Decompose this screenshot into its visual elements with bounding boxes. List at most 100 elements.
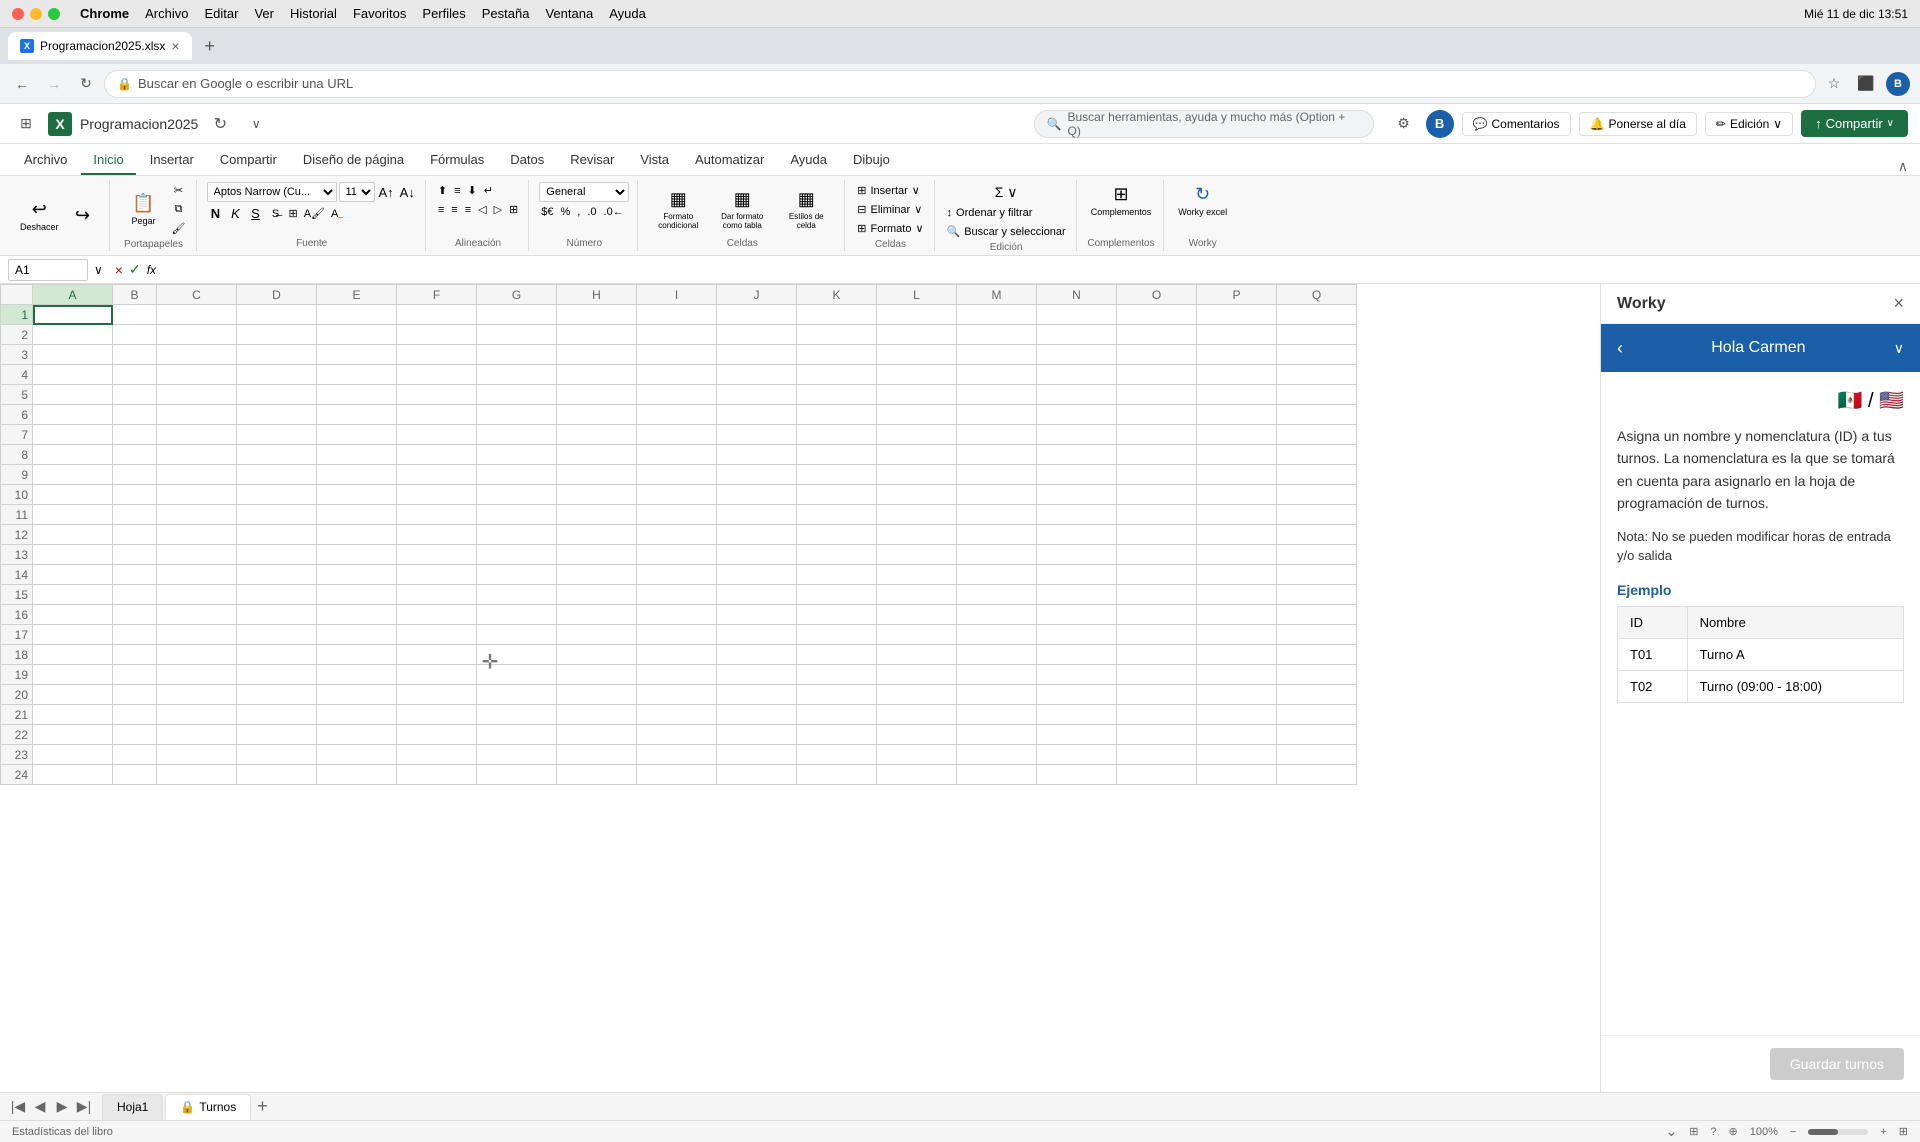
cell-L21[interactable] (877, 705, 957, 725)
cell-K1[interactable] (797, 305, 877, 325)
cell-P15[interactable] (1197, 585, 1277, 605)
cell-H20[interactable] (557, 685, 637, 705)
cell-E19[interactable] (317, 665, 397, 685)
cell-D21[interactable] (237, 705, 317, 725)
fill-color-btn[interactable]: A🖌 (302, 205, 327, 222)
cell-A24[interactable] (33, 765, 113, 785)
cell-K20[interactable] (797, 685, 877, 705)
cell-G6[interactable] (477, 405, 557, 425)
cell-P5[interactable] (1197, 385, 1277, 405)
cell-A2[interactable] (33, 325, 113, 345)
row-header-3[interactable]: 3 (1, 345, 33, 365)
cell-H3[interactable] (557, 345, 637, 365)
cell-M2[interactable] (957, 325, 1037, 345)
cell-H5[interactable] (557, 385, 637, 405)
cell-C12[interactable] (157, 525, 237, 545)
cell-H9[interactable] (557, 465, 637, 485)
cell-N9[interactable] (1037, 465, 1117, 485)
cell-Q21[interactable] (1277, 705, 1357, 725)
cell-J20[interactable] (717, 685, 797, 705)
cell-D12[interactable] (237, 525, 317, 545)
cell-F5[interactable] (397, 385, 477, 405)
cell-Q12[interactable] (1277, 525, 1357, 545)
cell-K11[interactable] (797, 505, 877, 525)
cell-H10[interactable] (557, 485, 637, 505)
sheet-nav-last-btn[interactable]: ▶| (74, 1098, 94, 1115)
cell-I6[interactable] (637, 405, 717, 425)
extensions-btn[interactable]: ⬛ (1852, 70, 1880, 98)
cell-G22[interactable] (477, 725, 557, 745)
cell-P19[interactable] (1197, 665, 1277, 685)
cell-F6[interactable] (397, 405, 477, 425)
cell-L14[interactable] (877, 565, 957, 585)
cell-K4[interactable] (797, 365, 877, 385)
insertar-btn[interactable]: ⊞ Insertar ∨ (855, 182, 925, 199)
cell-L5[interactable] (877, 385, 957, 405)
mac-menu-ayuda[interactable]: Ayuda (609, 6, 646, 21)
cell-D19[interactable] (237, 665, 317, 685)
cell-M22[interactable] (957, 725, 1037, 745)
tab-datos[interactable]: Datos (498, 146, 556, 175)
cell-P23[interactable] (1197, 745, 1277, 765)
row-header-14[interactable]: 14 (1, 565, 33, 585)
cell-B19[interactable] (113, 665, 157, 685)
cell-B3[interactable] (113, 345, 157, 365)
cell-D17[interactable] (237, 625, 317, 645)
reload-btn[interactable]: ↻ (72, 70, 100, 98)
undo-btn[interactable]: ↩ Deshacer (16, 197, 63, 234)
cell-H24[interactable] (557, 765, 637, 785)
cell-Q7[interactable] (1277, 425, 1357, 445)
row-header-6[interactable]: 6 (1, 405, 33, 425)
ribbon-collapse-icon[interactable]: ∧ (1898, 158, 1908, 175)
cell-I9[interactable] (637, 465, 717, 485)
cell-N2[interactable] (1037, 325, 1117, 345)
row-header-2[interactable]: 2 (1, 325, 33, 345)
cell-C4[interactable] (157, 365, 237, 385)
mac-menu-historial[interactable]: Historial (290, 6, 337, 21)
new-tab-btn[interactable]: + (196, 32, 224, 60)
cell-I16[interactable] (637, 605, 717, 625)
col-header-c[interactable]: C (157, 285, 237, 305)
align-middle-btn[interactable]: ≡ (452, 183, 462, 199)
cell-G21[interactable] (477, 705, 557, 725)
cell-L9[interactable] (877, 465, 957, 485)
cell-G19[interactable] (477, 665, 557, 685)
chrome-tab-active[interactable]: X Programacion2025.xlsx × (8, 32, 192, 60)
cell-Q24[interactable] (1277, 765, 1357, 785)
cell-C15[interactable] (157, 585, 237, 605)
cell-P3[interactable] (1197, 345, 1277, 365)
tab-revisar[interactable]: Revisar (558, 146, 626, 175)
row-header-7[interactable]: 7 (1, 425, 33, 445)
cell-Q14[interactable] (1277, 565, 1357, 585)
cell-A6[interactable] (33, 405, 113, 425)
cell-K14[interactable] (797, 565, 877, 585)
cell-E17[interactable] (317, 625, 397, 645)
cell-D2[interactable] (237, 325, 317, 345)
cell-H21[interactable] (557, 705, 637, 725)
cell-C1[interactable] (157, 305, 237, 325)
cell-L15[interactable] (877, 585, 957, 605)
cell-N10[interactable] (1037, 485, 1117, 505)
cell-J12[interactable] (717, 525, 797, 545)
cell-O21[interactable] (1117, 705, 1197, 725)
cell-L17[interactable] (877, 625, 957, 645)
cell-H12[interactable] (557, 525, 637, 545)
suma-btn[interactable]: Σ ∨ (993, 182, 1020, 203)
cell-M3[interactable] (957, 345, 1037, 365)
cell-C21[interactable] (157, 705, 237, 725)
cell-I21[interactable] (637, 705, 717, 725)
cell-N22[interactable] (1037, 725, 1117, 745)
cell-P4[interactable] (1197, 365, 1277, 385)
cell-G18[interactable] (477, 645, 557, 665)
cell-O2[interactable] (1117, 325, 1197, 345)
cell-M19[interactable] (957, 665, 1037, 685)
cell-P14[interactable] (1197, 565, 1277, 585)
cell-D14[interactable] (237, 565, 317, 585)
cell-J16[interactable] (717, 605, 797, 625)
cell-O18[interactable] (1117, 645, 1197, 665)
cell-I22[interactable] (637, 725, 717, 745)
tab-diseno[interactable]: Diseño de página (291, 146, 416, 175)
cell-M23[interactable] (957, 745, 1037, 765)
cell-N5[interactable] (1037, 385, 1117, 405)
cell-J9[interactable] (717, 465, 797, 485)
